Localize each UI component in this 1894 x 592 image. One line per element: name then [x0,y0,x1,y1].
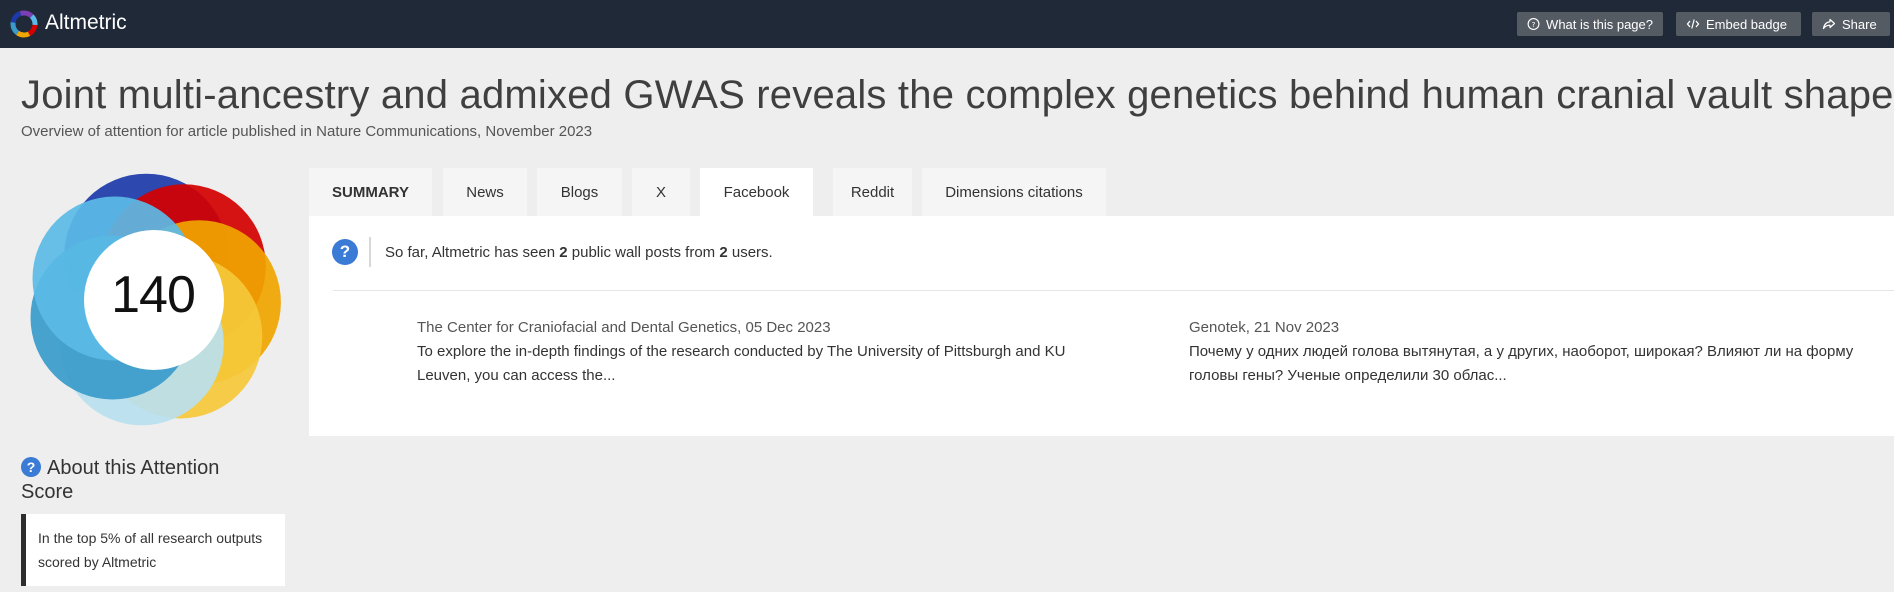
brand-name[interactable]: Altmetric [45,11,127,35]
post-meta[interactable]: The Center for Craniofacial and Dental G… [417,319,831,336]
top-bar: Altmetric ? What is this page? Embed bad… [0,0,1894,48]
altmetric-logo-icon[interactable] [10,10,38,38]
share-label: Share [1842,16,1877,32]
tab-summary[interactable]: SUMMARY [309,168,432,216]
what-is-this-page-label: What is this page? [1546,16,1653,32]
tab-facebook[interactable]: Facebook [700,168,813,216]
what-is-this-page-button[interactable]: ? What is this page? [1517,12,1663,36]
post-excerpt[interactable]: Почему у одних людей голова вытянутая, а… [1189,340,1869,388]
question-icon: ? [21,457,41,477]
tab-dimensions-citations[interactable]: Dimensions citations [922,168,1106,216]
about-score-heading[interactable]: ? About this Attention Score [21,456,261,504]
tab-blogs[interactable]: Blogs [537,168,622,216]
about-score-title: About this Attention Score [21,457,220,503]
share-button[interactable]: Share [1812,12,1890,36]
post-meta[interactable]: Genotek, 21 Nov 2023 [1189,319,1339,336]
tab-reddit[interactable]: Reddit [833,168,912,216]
help-icon[interactable]: ? [332,239,358,265]
posts-count: 2 [559,244,568,261]
divider [369,237,371,267]
svg-text:?: ? [1532,20,1536,29]
question-circle-icon: ? [1527,18,1540,30]
tab-news[interactable]: News [443,168,527,216]
attention-score-value: 140 [111,266,196,324]
share-icon [1822,18,1836,30]
facebook-summary: So far, Altmetric has seen 2 public wall… [385,244,773,261]
users-count: 2 [719,244,728,261]
embed-badge-button[interactable]: Embed badge [1676,12,1801,36]
separator [333,290,1894,291]
post-excerpt[interactable]: To explore the in-depth findings of the … [417,340,1117,388]
article-title: Joint multi-ancestry and admixed GWAS re… [21,73,1894,117]
score-context-text: In the top 5% of all research outputs sc… [38,530,263,570]
score-context-box: In the top 5% of all research outputs sc… [21,514,285,586]
embed-badge-label: Embed badge [1706,16,1787,32]
article-subtitle: Overview of attention for article publis… [21,123,593,140]
tab-x[interactable]: X [632,168,690,216]
code-icon [1686,19,1700,29]
facebook-panel: ? So far, Altmetric has seen 2 public wa… [309,216,1894,436]
